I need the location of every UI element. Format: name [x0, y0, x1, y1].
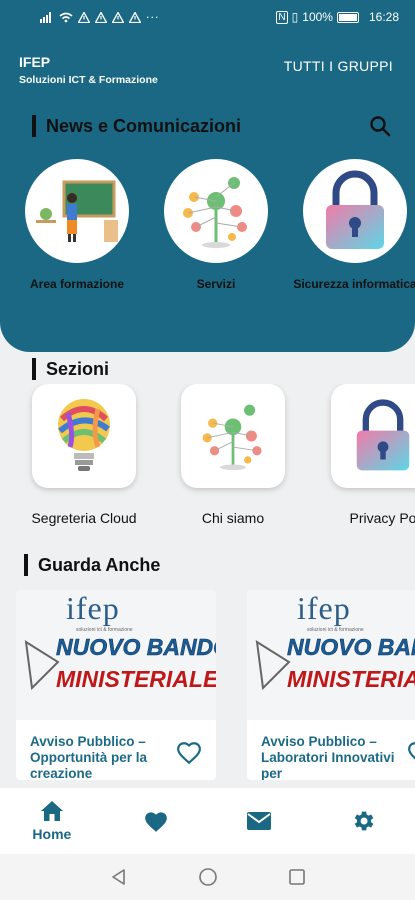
sections-header: Sezioni	[32, 358, 109, 380]
title-bar-accent	[24, 554, 28, 576]
article-image: ifep soluzioni ict & formazione NUOVO BA…	[16, 590, 216, 720]
news-item-image	[25, 159, 129, 263]
ifep-logo-sub: soluzioni ict & formazione	[76, 627, 133, 633]
mail-icon	[247, 812, 272, 830]
article-card[interactable]: ifep soluzioni ict & formazione NUOVO BA…	[247, 590, 415, 780]
heart-icon	[144, 812, 167, 832]
alert-icon	[95, 11, 107, 23]
banner-line-2: MINISTERIALE	[56, 666, 216, 692]
search-icon[interactable]	[368, 114, 392, 138]
ifep-logo-sub: soluzioni ict & formazione	[307, 627, 364, 633]
news-item-image	[303, 159, 407, 263]
banner-line-1: NUOVO BANDO	[287, 634, 415, 661]
guarda-anche-header: Guarda Anche	[24, 554, 160, 576]
section-item-chi-siamo[interactable]: Chi siamo	[163, 384, 303, 526]
news-item-label: Servizi	[196, 277, 236, 291]
sections-title: Sezioni	[46, 358, 110, 379]
battery-icon	[336, 11, 359, 23]
more-icon: ···	[146, 10, 160, 24]
brand: IFEP Soluzioni ICT & Formazione	[19, 54, 158, 86]
nav-settings[interactable]	[311, 788, 415, 854]
battery-percent: 100%	[302, 10, 333, 24]
sections-list: Segreteria Cloud Chi siamo Privacy Po	[0, 384, 415, 534]
news-item-area-formazione[interactable]: Area formazione	[12, 159, 142, 291]
alert-icon	[112, 11, 124, 23]
home-icon	[40, 801, 63, 821]
bottom-nav: Home	[0, 788, 415, 854]
guarda-anche-title: Guarda Anche	[38, 554, 161, 575]
teacher-illustration-icon	[36, 180, 118, 242]
back-icon[interactable]	[110, 868, 128, 886]
nav-home-label: Home	[32, 826, 72, 842]
lightbulb-illustration-icon	[58, 399, 110, 471]
alert-icon	[78, 11, 90, 23]
favorite-heart-icon[interactable]	[407, 740, 415, 766]
section-item-privacy-policy[interactable]: Privacy Po	[313, 384, 415, 526]
section-card	[32, 384, 136, 488]
news-header: News e Comunicazioni	[32, 114, 392, 138]
recents-icon[interactable]	[288, 868, 306, 886]
article-image: ifep soluzioni ict & formazione NUOVO BA…	[247, 590, 415, 720]
brand-title: IFEP	[19, 54, 51, 70]
section-item-label: Chi siamo	[201, 510, 265, 526]
nav-home[interactable]: Home	[0, 788, 104, 854]
vibrate-icon: ▯	[291, 10, 299, 24]
status-icons: ···	[40, 11, 276, 24]
header-panel: IFEP Soluzioni ICT & Formazione TUTTI I …	[0, 34, 415, 352]
section-card	[181, 384, 285, 488]
all-groups-link[interactable]: TUTTI I GRUPPI	[284, 58, 393, 74]
nav-favorites[interactable]	[104, 788, 208, 854]
clock: 16:28	[368, 10, 399, 24]
news-title: News e Comunicazioni	[46, 115, 242, 136]
nav-messages[interactable]	[208, 788, 312, 854]
network-tree-illustration-icon	[183, 177, 247, 248]
news-item-servizi[interactable]: Servizi	[151, 159, 281, 291]
article-title: Avviso Pubblico – Opportunità per la cre…	[30, 734, 148, 780]
brand-subtitle: Soluzioni ICT & Formazione	[19, 74, 158, 86]
gear-icon	[354, 811, 374, 831]
article-body: Avviso Pubblico – Laboratori Innovativi …	[247, 720, 415, 780]
banner-line-1: NUOVO BANDO	[56, 634, 216, 661]
alert-icon	[129, 11, 141, 23]
padlock-illustration-icon	[356, 399, 410, 471]
title-bar-accent	[32, 358, 36, 380]
status-bar: ··· N ▯ 100% 16:28	[0, 0, 415, 34]
wifi-icon	[59, 12, 73, 22]
nfc-icon: N	[276, 10, 288, 24]
padlock-illustration-icon	[326, 170, 384, 249]
article-card[interactable]: ifep soluzioni ict & formazione NUOVO BA…	[16, 590, 216, 780]
favorite-heart-icon[interactable]	[176, 740, 202, 766]
banner-line-2: MINISTERIALE	[287, 666, 415, 692]
ifep-logo: ifep	[66, 590, 120, 626]
section-card	[331, 384, 415, 488]
status-right: N ▯ 100% 16:28	[276, 10, 399, 24]
article-title: Avviso Pubblico – Laboratori Innovativi …	[261, 734, 395, 780]
title-bar-accent	[32, 115, 36, 137]
news-item-label: Area formazione	[29, 277, 125, 291]
system-nav-bar	[0, 854, 415, 900]
section-item-label: Segreteria Cloud	[31, 510, 137, 526]
network-tree-illustration-icon	[202, 404, 262, 471]
guarda-anche-list: ifep soluzioni ict & formazione NUOVO BA…	[0, 590, 415, 780]
ifep-logo: ifep	[297, 590, 351, 626]
news-item-label: Sicurezza informatica	[293, 277, 415, 291]
signal-icon	[40, 11, 51, 23]
section-item-label: Privacy Po	[349, 510, 415, 526]
news-item-sicurezza-informatica[interactable]: Sicurezza informatica	[290, 159, 415, 291]
home-circle-icon[interactable]	[198, 867, 218, 887]
article-body: Avviso Pubblico – Opportunità per la cre…	[16, 720, 216, 780]
section-item-segreteria-cloud[interactable]: Segreteria Cloud	[14, 384, 154, 526]
news-item-image	[164, 159, 268, 263]
